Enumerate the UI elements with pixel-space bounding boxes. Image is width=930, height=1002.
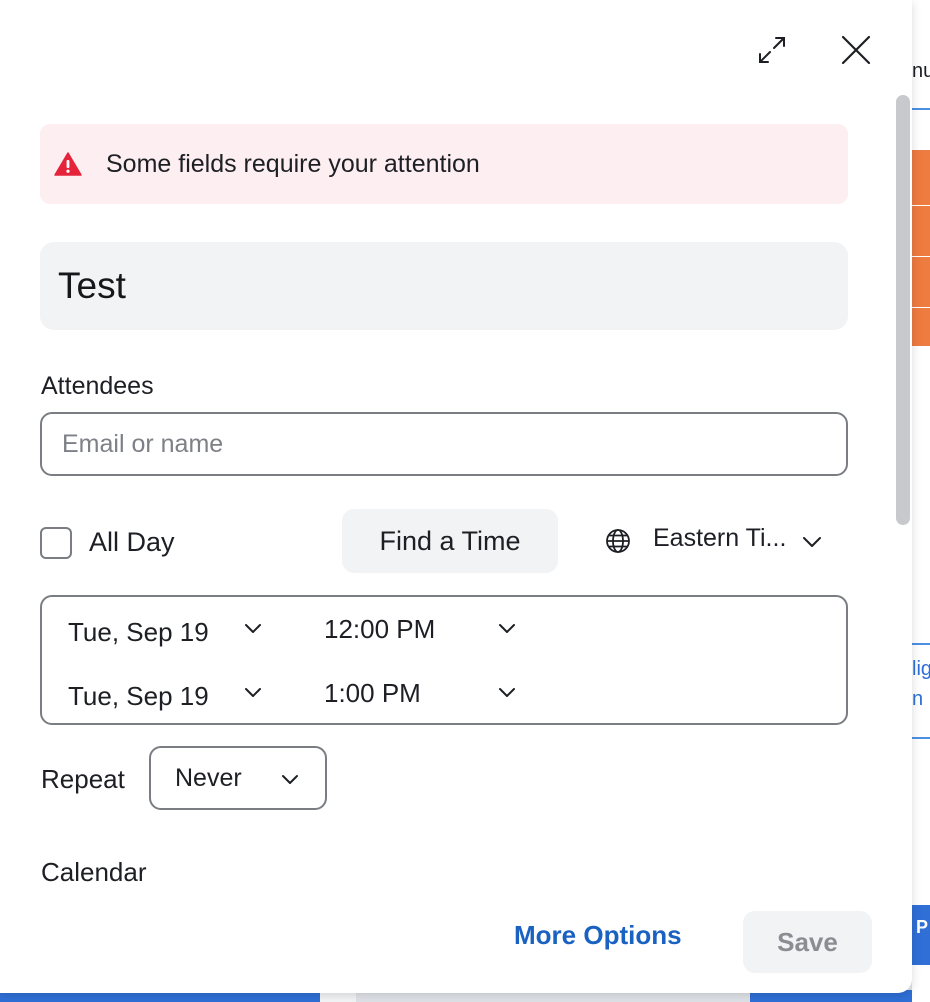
all-day-label[interactable]: All Day: [89, 527, 175, 558]
start-time-select[interactable]: 12:00 PM: [324, 614, 435, 645]
alert-text: Some fields require your attention: [106, 150, 480, 178]
warning-icon: [54, 152, 82, 176]
chevron-down-icon[interactable]: [242, 617, 264, 639]
expand-icon[interactable]: [754, 32, 790, 68]
background-event-text: n: [912, 688, 924, 710]
end-date-select[interactable]: Tue, Sep 19: [68, 681, 209, 712]
background-event-block: [912, 308, 930, 347]
background-text: nu: [912, 60, 930, 82]
globe-icon[interactable]: [605, 528, 631, 554]
background-divider: [912, 643, 930, 645]
more-options-link[interactable]: More Options: [514, 920, 682, 951]
end-time-select[interactable]: 1:00 PM: [324, 678, 421, 709]
chevron-down-icon[interactable]: [242, 681, 264, 703]
all-day-checkbox[interactable]: [40, 527, 72, 559]
background-badge: P: [912, 905, 930, 965]
attendees-email-field[interactable]: Email or name: [40, 412, 848, 476]
date-time-group: Tue, Sep 19 12:00 PM Tue, Sep 19 1:00 PM: [40, 595, 848, 725]
find-a-time-button[interactable]: Find a Time: [342, 509, 558, 573]
calendar-label: Calendar: [41, 857, 147, 887]
event-title-input[interactable]: Test: [40, 242, 848, 330]
background-divider: [912, 108, 930, 110]
attendees-label: Attendees: [41, 372, 154, 400]
repeat-label: Repeat: [41, 764, 125, 794]
chevron-down-icon[interactable]: [800, 530, 824, 554]
event-dialog: Some fields require your attention Test …: [0, 0, 912, 993]
background-event-block: [912, 150, 930, 206]
start-date-select[interactable]: Tue, Sep 19: [68, 617, 209, 648]
background-divider: [912, 737, 930, 739]
repeat-select[interactable]: Never: [149, 746, 327, 810]
chevron-down-icon[interactable]: [496, 681, 518, 703]
save-button[interactable]: Save: [743, 911, 872, 973]
timezone-select[interactable]: Eastern Ti...: [653, 524, 793, 553]
chevron-down-icon[interactable]: [496, 617, 518, 639]
chevron-down-icon: [279, 768, 301, 790]
close-icon[interactable]: [838, 32, 874, 68]
attention-alert: Some fields require your attention: [40, 124, 848, 204]
scrollbar[interactable]: [896, 95, 910, 525]
background-event-block: [912, 257, 930, 308]
background-event-text: lig: [912, 658, 930, 680]
background-event-block: [912, 206, 930, 257]
repeat-value: Never: [175, 764, 242, 792]
